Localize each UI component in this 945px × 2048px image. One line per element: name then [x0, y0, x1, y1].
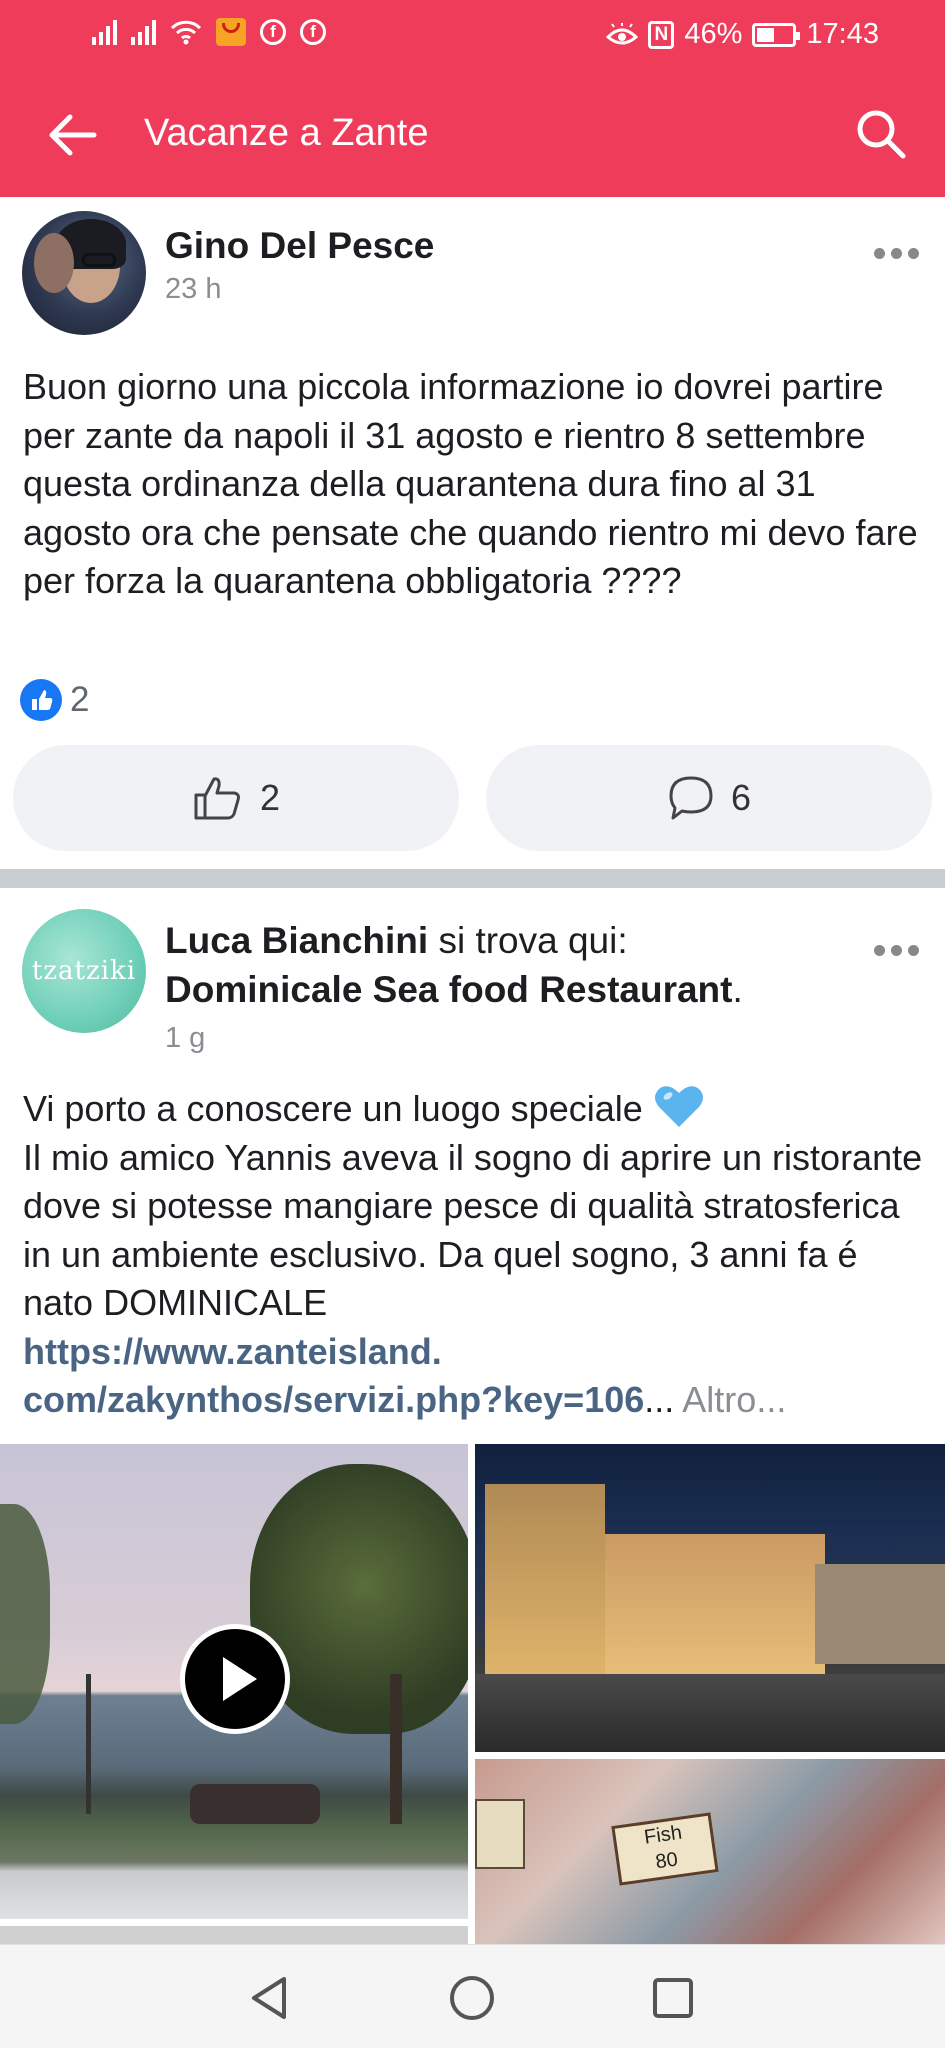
- post-header: Luca Bianchini si trova qui: Dominicale …: [165, 916, 885, 1014]
- price-tag-label: Fish: [642, 1821, 684, 1849]
- like-icon: [194, 777, 240, 820]
- facebook-notification-icon-2: f: [300, 19, 326, 45]
- play-icon: [223, 1657, 257, 1701]
- app-notification-icon: [216, 18, 246, 46]
- eye-comfort-icon: [606, 22, 639, 44]
- facebook-notification-icon: f: [260, 19, 286, 45]
- signal-1-icon: [92, 19, 117, 45]
- wifi-icon: [170, 20, 202, 45]
- see-more-link[interactable]: Altro...: [682, 1379, 786, 1420]
- place-period: .: [732, 969, 743, 1010]
- reaction-summary[interactable]: 2: [20, 679, 89, 721]
- post-link-part1[interactable]: https://www.zanteisland.: [23, 1331, 442, 1372]
- top-bar: f f N 46% 17:43 Vacanze a Zante: [0, 0, 945, 197]
- signal-2-icon: [131, 19, 156, 45]
- nfc-icon: N: [648, 20, 675, 49]
- post-text: Vi porto a conoscere un luogo speciale I…: [23, 1083, 923, 1425]
- status-left-icons: f f: [92, 18, 326, 46]
- avatar-logo-text: tzatziki: [31, 956, 137, 986]
- post-link-part2[interactable]: com/zakynthos/servizi.php?key=106: [23, 1379, 644, 1420]
- avatar[interactable]: [22, 211, 146, 335]
- post-card: Gino Del Pesce 23 h Buon giorno una picc…: [0, 197, 945, 864]
- more-icon[interactable]: [874, 248, 919, 259]
- post-photo[interactable]: [475, 1444, 945, 1752]
- like-count: 2: [259, 777, 281, 818]
- reaction-count: 2: [70, 680, 90, 719]
- back-arrow-icon[interactable]: [44, 108, 98, 162]
- price-tag-value: 80: [654, 1848, 680, 1874]
- post-text-line1: Vi porto a conoscere un luogo speciale: [23, 1088, 643, 1129]
- blue-heart-icon: [654, 1086, 703, 1127]
- system-navigation-bar: [0, 1944, 945, 2048]
- post-photo[interactable]: Fish 80: [475, 1759, 945, 1944]
- post-video-thumbnail[interactable]: [0, 1444, 468, 1919]
- search-icon[interactable]: [853, 106, 909, 162]
- post-link[interactable]: https://www.zanteisland. com/zakynthos/se…: [23, 1331, 644, 1421]
- battery-percent: 46%: [684, 18, 743, 50]
- comment-icon: [669, 776, 713, 820]
- post-card: tzatziki Luca Bianchini si trova qui: Do…: [0, 888, 945, 1944]
- status-right-icons: N 46% 17:43: [606, 18, 879, 51]
- group-title: Vacanze a Zante: [144, 112, 429, 154]
- text-ellipsis: ...: [644, 1379, 675, 1420]
- comment-button[interactable]: 6: [486, 745, 932, 851]
- nav-home-icon[interactable]: [449, 1975, 495, 2021]
- post-time[interactable]: 23 h: [165, 273, 221, 306]
- nav-back-icon[interactable]: [248, 1975, 290, 2021]
- post-divider: [0, 864, 945, 888]
- post-text: Buon giorno una piccola informazione io …: [23, 366, 918, 601]
- like-reaction-icon: [20, 679, 62, 721]
- post-time[interactable]: 1 g: [165, 1022, 205, 1055]
- status-bar: f f N 46% 17:43: [0, 0, 945, 72]
- clock: 17:43: [806, 18, 879, 50]
- post-text-body: Il mio amico Yannis aveva il sogno di ap…: [23, 1136, 923, 1324]
- play-button[interactable]: [180, 1624, 290, 1734]
- post-author[interactable]: Luca Bianchini: [165, 920, 428, 961]
- battery-icon: [752, 22, 801, 47]
- checkin-text: si trova qui:: [438, 920, 628, 961]
- post-photo-partial[interactable]: [0, 1926, 468, 1944]
- comment-count: 6: [730, 777, 752, 818]
- avatar[interactable]: tzatziki: [22, 909, 146, 1033]
- more-icon[interactable]: [874, 945, 919, 956]
- app-bar: Vacanze a Zante: [0, 72, 945, 197]
- checkin-place[interactable]: Dominicale Sea food Restaurant: [165, 969, 732, 1010]
- post-author[interactable]: Gino Del Pesce: [165, 223, 434, 269]
- nav-recents-icon[interactable]: [652, 1977, 694, 2019]
- like-button[interactable]: 2: [13, 745, 459, 851]
